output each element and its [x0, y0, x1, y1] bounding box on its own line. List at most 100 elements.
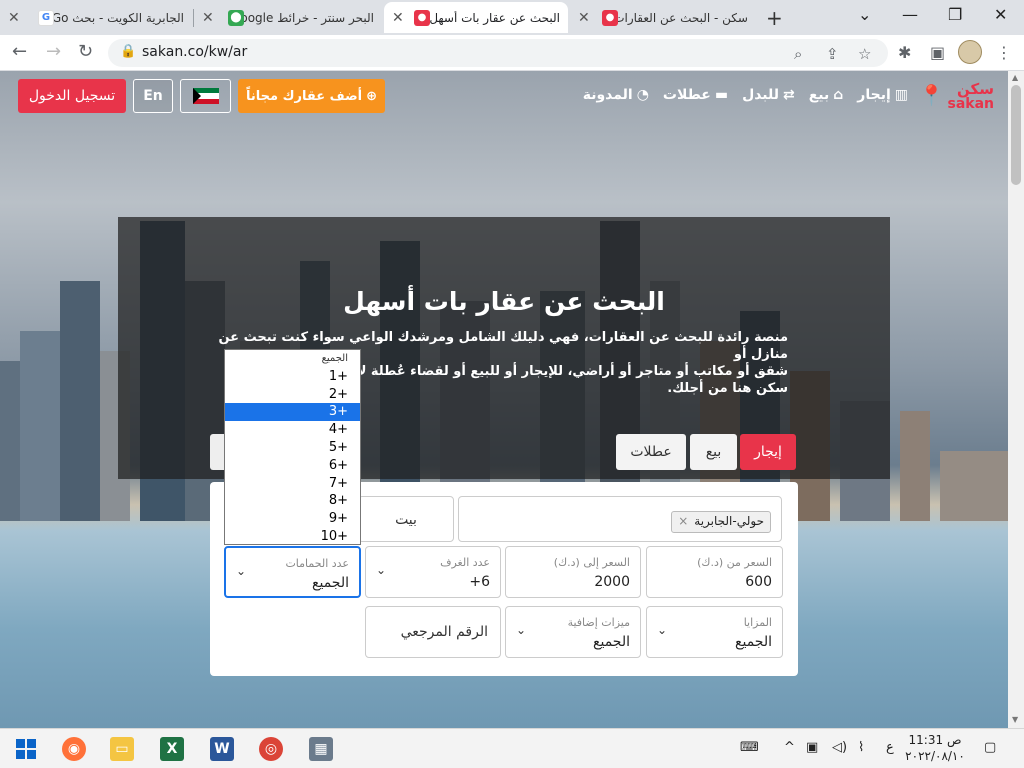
dropdown-option[interactable]: 8+ [225, 492, 360, 510]
clock-time: 11:31 ص [908, 733, 962, 747]
close-window-icon[interactable]: ✕ [994, 5, 1007, 24]
location-chip[interactable]: حولي-الجابرية × [671, 511, 771, 533]
dropdown-option[interactable]: 9+ [225, 510, 360, 528]
nav-rent[interactable]: ▥ إيجار [857, 87, 908, 103]
windows-start-icon[interactable] [14, 737, 38, 761]
reference-placeholder: الرقم المرجعي [400, 624, 488, 640]
dropdown-option[interactable]: 5+ [225, 439, 360, 457]
dropdown-option[interactable]: 7+ [225, 475, 360, 493]
address-bar[interactable]: 🔒 sakan.co/kw/ar ⌕ ⇪ ☆ [108, 39, 888, 67]
dropdown-option[interactable]: 2+ [225, 386, 360, 404]
location-input[interactable]: حولي-الجابرية × [458, 496, 782, 542]
close-icon[interactable]: ✕ [578, 10, 590, 26]
tab-rent[interactable]: إيجار [740, 434, 796, 470]
chevron-up-icon[interactable]: ^ [784, 740, 795, 755]
nav-holidays[interactable]: ▬ عطلات [663, 87, 728, 103]
chip-remove-icon[interactable]: × [678, 514, 688, 530]
bed-icon: ▬ [714, 87, 729, 103]
dropdown-option[interactable]: 1+ [225, 368, 360, 386]
file-explorer-icon[interactable]: ▭ [110, 737, 134, 761]
add-property-button[interactable]: ⊕ أضف عقارك مجاناً [238, 79, 385, 113]
tab-title: البحر سنتر - خرائط Google [244, 10, 374, 25]
volume-icon[interactable]: ◁) [832, 740, 847, 755]
search-icon[interactable]: ⌕ [794, 45, 802, 63]
browser-tab[interactable]: ✕ الجابرية الكويت - بحث Go G [0, 2, 192, 33]
nav-sale[interactable]: ⌂ بيع [809, 87, 844, 103]
restore-icon[interactable]: ❐ [948, 5, 962, 24]
dropdown-option[interactable]: 10+ [225, 528, 360, 546]
dropdown-option[interactable]: الجميع [225, 350, 360, 368]
price-from-field[interactable]: السعر من (د.ك) 600 [646, 546, 783, 598]
browser-tab[interactable]: ✕ البحر سنتر - خرائط Google ⬤ [194, 2, 382, 33]
profile-avatar[interactable] [958, 40, 982, 64]
extras-select[interactable]: ميزات إضافية الجميع ⌄ [505, 606, 641, 658]
share-icon[interactable]: ⇪ [826, 45, 839, 63]
login-button[interactable]: تسجيل الدخول [18, 79, 126, 113]
dropdown-option-selected[interactable]: 3+ [225, 403, 360, 422]
dropdown-option[interactable]: 6+ [225, 457, 360, 475]
close-icon[interactable]: ✕ [8, 10, 20, 26]
country-select-button[interactable] [180, 79, 231, 113]
price-to-field[interactable]: السعر إلى (د.ك) 2000 [505, 546, 641, 598]
scroll-up-icon[interactable]: ▲ [1012, 73, 1018, 82]
nav-blog[interactable]: ◔ المدونة [583, 87, 649, 103]
plus-circle-icon: ⊕ [366, 88, 378, 104]
price-from-label: السعر من (د.ك) [697, 556, 772, 569]
chevron-down-icon: ⌄ [236, 564, 247, 578]
page-scrollbar[interactable]: ▲ ▼ [1008, 71, 1024, 728]
property-type-select[interactable]: بيت [358, 496, 454, 542]
close-icon[interactable]: ✕ [392, 10, 404, 26]
chrome-icon[interactable]: ◎ [259, 737, 283, 761]
extensions-icon[interactable]: ✱ [898, 43, 911, 62]
scroll-down-icon[interactable]: ▼ [1012, 715, 1018, 724]
excel-icon[interactable]: X [160, 737, 184, 761]
bathrooms-label: عدد الحمامات [285, 557, 349, 570]
features-select[interactable]: المزايا الجميع ⌄ [646, 606, 783, 658]
close-icon[interactable]: ✕ [202, 10, 214, 26]
features-label: المزايا [743, 616, 772, 629]
scrollbar-thumb[interactable] [1011, 85, 1021, 185]
web-page: 📍 سكن sakan ▥ إيجار ⌂ بيع ⇄ للبدل ▬ عطلات ◔ ا… [0, 71, 1008, 728]
nav-swap-label: للبدل [742, 87, 779, 103]
hero-line: شقق أو مكاتب أو متاجر أو أراضي، للإيجار … [310, 364, 788, 379]
keyboard-icon[interactable]: ⌨ [740, 740, 759, 755]
word-icon[interactable]: W [210, 737, 234, 761]
nav-swap[interactable]: ⇄ للبدل [742, 87, 795, 103]
notifications-icon[interactable]: ▢ [984, 740, 996, 755]
new-tab-button[interactable]: + [766, 6, 783, 30]
firefox-icon[interactable]: ◉ [62, 737, 86, 761]
kuwait-flag-icon [192, 88, 219, 104]
dropdown-option[interactable]: 4+ [225, 421, 360, 439]
clock-date: ٢٠٢٢/٠٨/١٠ [905, 749, 965, 763]
back-icon[interactable]: ← [12, 41, 27, 62]
features-value: الجميع [735, 634, 772, 650]
tab-title: البحث عن عقار بات أسهل [430, 10, 560, 25]
forward-icon[interactable]: → [46, 41, 61, 62]
wifi-icon[interactable]: ⌇ [858, 740, 864, 755]
input-language[interactable]: ع [886, 740, 894, 755]
tab-sale[interactable]: بيع [690, 434, 737, 470]
home-icon: ⌂ [833, 87, 844, 103]
bathrooms-dropdown-list: الجميع 1+ 2+ 3+ 4+ 5+ 6+ 7+ 8+ 9+ 10+ [224, 349, 361, 545]
system-clock[interactable]: 11:31 ص ٢٠٢٢/٠٨/١٠ [905, 732, 965, 764]
calculator-icon[interactable]: ▦ [309, 737, 333, 761]
chevron-down-icon[interactable]: ⌄ [858, 5, 871, 24]
lock-icon[interactable]: 🔒 [120, 44, 136, 59]
network-icon[interactable]: ▣ [806, 740, 818, 755]
location-pin-icon: 📍 [919, 83, 944, 107]
browser-tab-active[interactable]: ✕ البحث عن عقار بات أسهل ● [384, 2, 568, 33]
sidepanel-icon[interactable]: ▣ [930, 43, 945, 62]
menu-icon[interactable]: ⋮ [996, 43, 1012, 62]
sakan-logo[interactable]: 📍 سكن sakan [919, 81, 994, 111]
reference-number-input[interactable]: الرقم المرجعي [365, 606, 501, 658]
reload-icon[interactable]: ↻ [78, 41, 93, 62]
language-button[interactable]: En [133, 79, 173, 113]
star-icon[interactable]: ☆ [858, 45, 871, 63]
bathrooms-select[interactable]: عدد الحمامات الجميع ⌄ [224, 546, 361, 598]
tab-holidays[interactable]: عطلات [616, 434, 686, 470]
url-text[interactable]: sakan.co/kw/ar [142, 44, 247, 60]
rooms-select[interactable]: عدد الغرف 6+ ⌄ [365, 546, 501, 598]
minimize-icon[interactable]: — [902, 5, 918, 24]
browser-tab-strip: ✕ الجابرية الكويت - بحث Go G ✕ البحر سنت… [0, 0, 1024, 35]
browser-tab[interactable]: ✕ سكن - البحث عن العقارات ● [570, 2, 756, 33]
